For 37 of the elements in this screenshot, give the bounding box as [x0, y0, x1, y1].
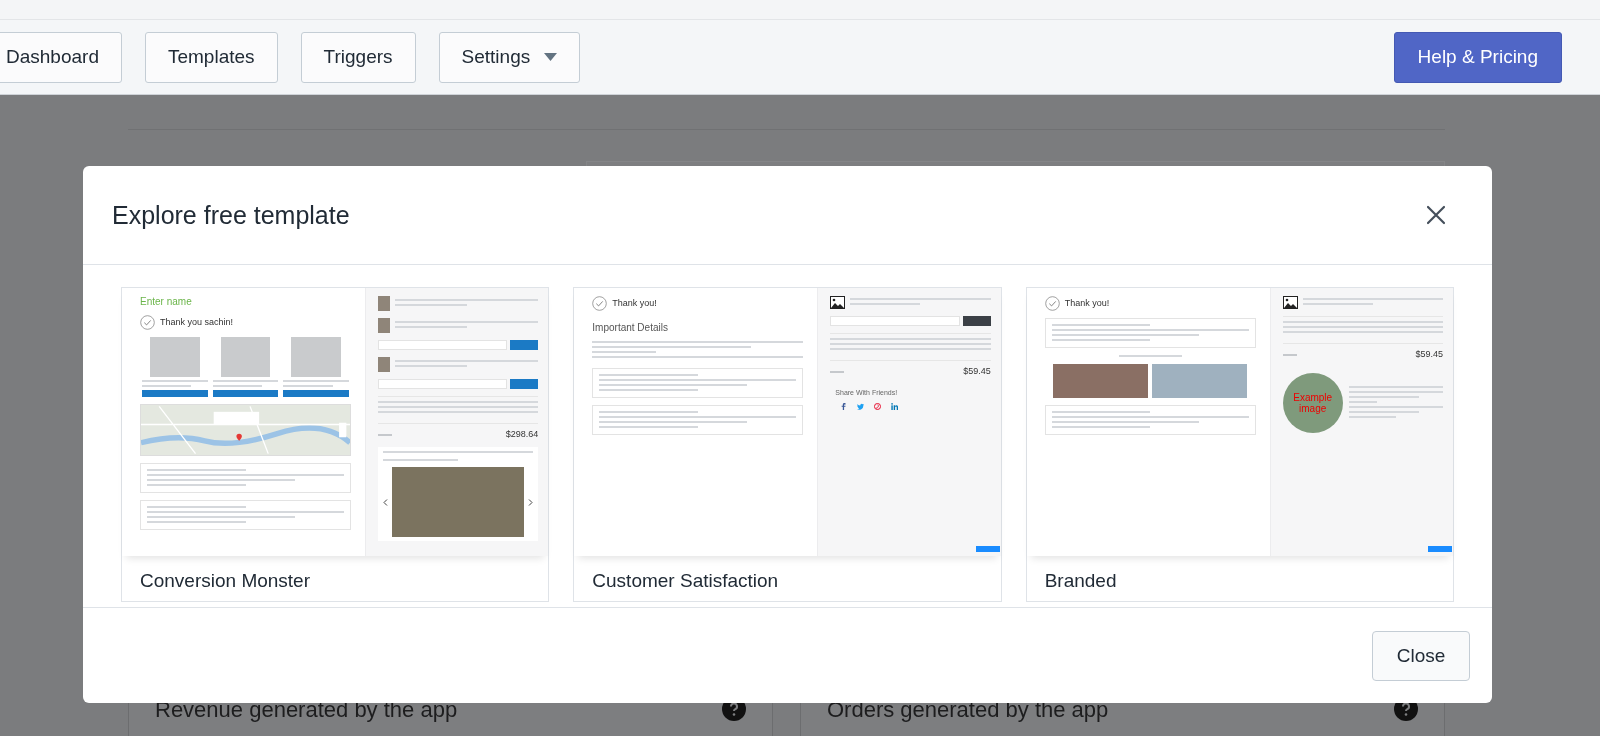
- template-card[interactable]: Thank you! $59.45 Example image Branded: [1025, 287, 1454, 602]
- template-name: Branded: [1043, 569, 1118, 593]
- section-heading: Important Details: [592, 322, 669, 334]
- nav-button[interactable]: Triggers: [300, 31, 416, 83]
- stat-title: Orders generated by the app: [827, 697, 1109, 723]
- text-line: [830, 370, 845, 373]
- close-button[interactable]: Close: [1372, 630, 1470, 681]
- store-name: Enter name: [140, 296, 193, 308]
- total-amount: $59.45: [963, 366, 991, 377]
- stat-title: Revenue generated by the app: [155, 697, 458, 723]
- text-line: [1282, 353, 1297, 356]
- check-circle-icon: [140, 315, 155, 330]
- check-circle-icon: [1044, 296, 1060, 311]
- linkedin-icon[interactable]: [891, 403, 899, 410]
- chat-button[interactable]: [975, 546, 1000, 552]
- total-amount: $298.64: [505, 429, 539, 440]
- twitter-icon[interactable]: [857, 403, 865, 410]
- chevron-left-icon[interactable]: [383, 498, 388, 506]
- nav-button[interactable]: Templates: [144, 31, 278, 83]
- facebook-icon[interactable]: [840, 403, 848, 410]
- thank-you-text: Thank you!: [612, 298, 657, 309]
- total-amount: $59.45: [1415, 349, 1443, 360]
- thank-you-text: Thank you!: [1064, 298, 1110, 309]
- text-line: [378, 433, 392, 436]
- pinterest-icon[interactable]: [874, 403, 882, 410]
- close-icon[interactable]: [1424, 203, 1448, 227]
- thank-you-text: Thank you sachin!: [160, 317, 234, 328]
- chevron-right-icon[interactable]: [528, 498, 534, 506]
- example-image: Example image: [1282, 373, 1343, 433]
- nav-button[interactable]: Settings: [438, 31, 581, 83]
- help-pricing-button[interactable]: Help & Pricing: [1393, 31, 1562, 83]
- check-circle-icon: [592, 296, 608, 311]
- nav-button[interactable]: Dashboard: [0, 31, 122, 83]
- modal-title: Explore free template: [112, 200, 350, 230]
- template-name: Customer Satisfaction: [591, 569, 780, 593]
- template-name: Conversion Monster: [139, 569, 312, 593]
- template-card[interactable]: Enter name Thank you sachin! $298.64 Conversion Monster: [121, 287, 550, 602]
